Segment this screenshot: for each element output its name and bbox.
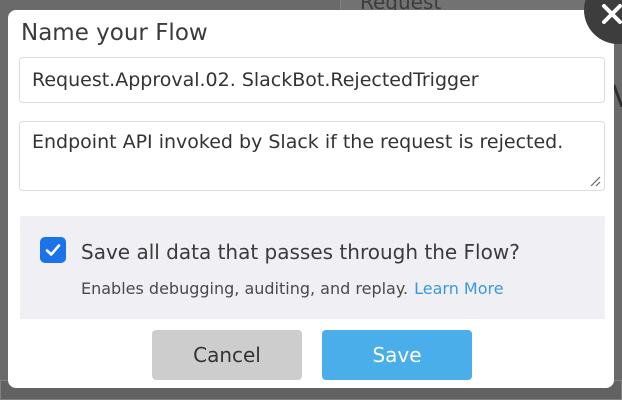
checkmark-icon xyxy=(45,244,61,256)
flow-description-text: Endpoint API invoked by Slack if the req… xyxy=(32,131,564,153)
close-icon xyxy=(602,4,622,24)
cancel-button[interactable]: Cancel xyxy=(152,330,302,380)
resize-handle-icon[interactable] xyxy=(589,175,601,187)
name-flow-dialog: Name your Flow Request.Approval.02. Slac… xyxy=(8,10,614,388)
save-data-label: Save all data that passes through the Fl… xyxy=(81,240,520,264)
flow-description-textarea[interactable]: Endpoint API invoked by Slack if the req… xyxy=(19,121,605,191)
help-text: Enables debugging, auditing, and replay. xyxy=(81,279,409,298)
save-data-help: Enables debugging, auditing, and replay.… xyxy=(81,279,504,298)
save-data-checkbox[interactable] xyxy=(40,237,66,263)
save-data-panel: Save all data that passes through the Fl… xyxy=(20,216,605,319)
learn-more-link[interactable]: Learn More xyxy=(414,279,503,298)
save-button[interactable]: Save xyxy=(322,330,472,380)
flow-name-input[interactable]: Request.Approval.02. SlackBot.RejectedTr… xyxy=(19,57,605,103)
dialog-title: Name your Flow xyxy=(21,20,208,46)
